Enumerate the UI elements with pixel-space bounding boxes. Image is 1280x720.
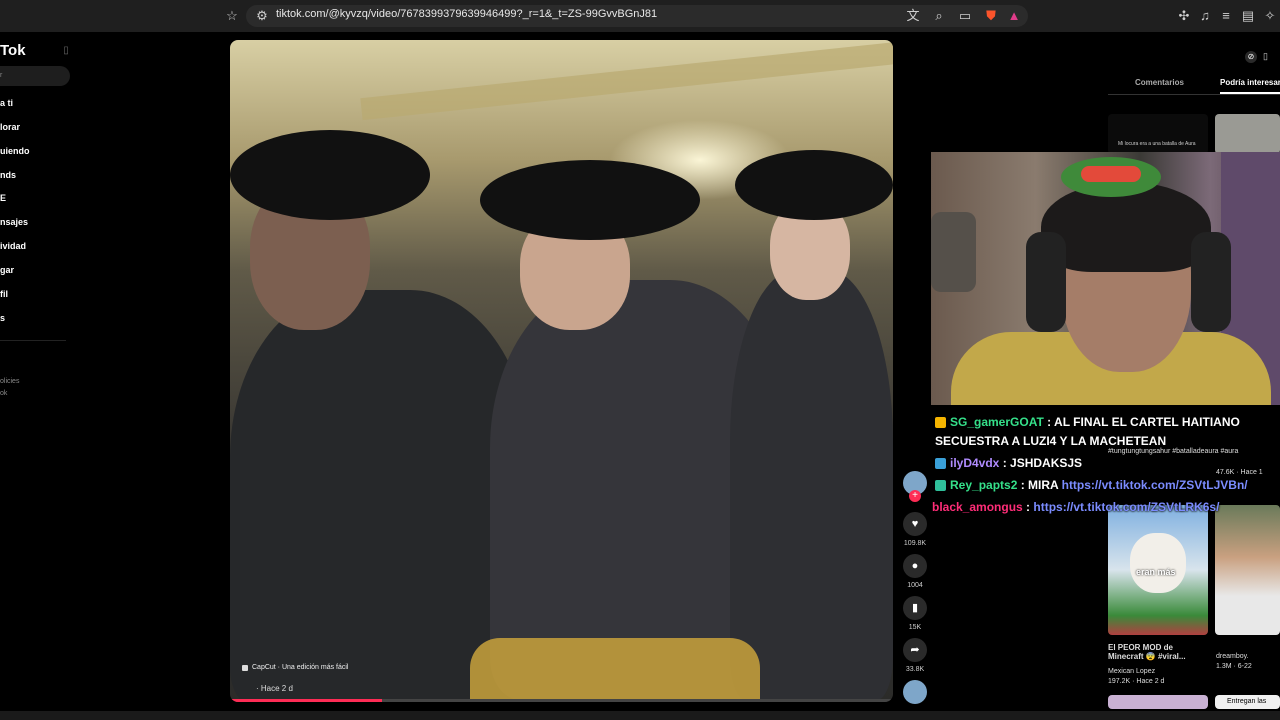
related-item2-author[interactable]: dreamboy. [1216,653,1249,660]
tab-comments[interactable]: Comentarios [1135,78,1184,87]
bookmark-save-icon[interactable]: ▮ [903,596,927,620]
related-tags[interactable]: #tungtungtungsahur #batalladeaura #aura [1108,448,1238,455]
person-left-body [230,290,530,702]
video-progress-bar[interactable] [230,699,893,702]
ceiling-beam [360,41,893,121]
sidebar-icon[interactable]: ▤ [1240,8,1256,24]
media-icon[interactable]: ♫ [1197,8,1213,24]
related-item-stats: 197.2K · Hace 2 d [1108,678,1165,685]
dog-figure [1130,533,1186,593]
chat-message-1: SG_gamerGOAT : AL FINAL EL CARTEL HAITIA… [935,415,1240,429]
related-thumb-5[interactable] [1108,695,1208,709]
video-player[interactable]: CapCut · Una edición más fácil · Hace 2 … [230,40,893,702]
chat-link[interactable]: https://vt.tiktok.com/ZSVtLRK6s/ [1033,500,1219,514]
nav-live[interactable]: E [0,193,6,203]
like-count: 109.8K [903,540,927,547]
chat-username: SG_gamerGOAT [950,415,1044,429]
capcut-icon [242,665,248,671]
comment-count: 1004 [907,582,923,589]
extensions-icon[interactable]: ✣ [1176,8,1192,24]
webcam-overlay [931,152,1280,405]
related-thumb-4[interactable] [1215,505,1280,635]
yellow-object [470,638,760,702]
search-placeholder: r [0,72,3,79]
device-icon[interactable]: ▯ [1263,51,1273,63]
chat-message-1-cont: SECUESTRA A LUZI4 Y LA MACHETEAN [935,434,1167,448]
nav-messages[interactable]: nsajes [0,217,28,227]
share-count: 33.8K [905,666,925,673]
chat-badge-icon [935,417,946,429]
tiktok-logo[interactable]: Tok [0,42,26,59]
chat-link[interactable]: https://vt.tiktok.com/ZSVtLJVBn/ [1062,478,1248,492]
related-thumb-1-caption: Mi locura era a una batalla de Aura [1118,141,1196,147]
music-disc-icon[interactable] [903,680,927,704]
nav-explore[interactable]: lorar [0,122,20,132]
video-progress-fill [230,699,383,702]
nav-friends[interactable]: nds [0,170,16,180]
search-input[interactable] [0,66,70,86]
hat-left [230,130,430,220]
headphone-left [1026,232,1066,332]
chat-text: : [1026,500,1031,514]
related-views-1: 47.6K · Hace 1 [1216,469,1263,476]
nav-following[interactable]: uiendo [0,146,30,156]
related-thumb-2[interactable] [1215,114,1280,154]
hat-right [735,150,893,220]
mode-toggle-icon[interactable]: ⊘ [1245,51,1257,63]
zoom-icon[interactable]: ⌕ [931,8,947,24]
nav-more[interactable]: s [0,313,5,323]
chat-username: Rey_papts2 [950,478,1018,492]
taskbar-strip [0,711,1280,720]
translate-icon[interactable]: 文 [905,8,921,24]
related-item-title[interactable]: El PEOR MOD de Minecraft 😨 #viral... [1108,643,1208,661]
sidebar-footer-copyright: ok [0,390,8,397]
chat-text: : AL FINAL EL CARTEL HAITIANO [1047,415,1240,429]
video-timestamp: · Hace 2 d [256,684,293,693]
turtle-mask [1081,166,1141,182]
headphone-right [1191,232,1231,332]
chat-username: black_amongus [932,500,1023,514]
related-item-author[interactable]: Mexican Lopez [1108,668,1155,675]
brave-rewards-icon[interactable]: ▲ [1006,8,1022,24]
nav-profile[interactable]: fil [0,289,8,299]
related-thumb-1[interactable] [1108,114,1208,154]
tab-divider [1108,94,1280,95]
bookmark-icon[interactable]: ☆ [224,8,240,24]
sidebar-divider [0,340,66,341]
collapse-sidebar-icon[interactable]: ▯ [58,43,74,59]
wallet-icon[interactable]: ✧ [1262,8,1278,24]
related-thumb-6[interactable]: Entregan las [1215,695,1280,709]
tab-related[interactable]: Podría interesar [1220,78,1280,87]
chat-badge-icon [935,458,946,470]
follow-plus-icon[interactable]: + [909,490,921,502]
playlist-icon[interactable]: ≡ [1218,8,1234,24]
nav-for-you[interactable]: a ti [0,98,13,108]
chat-message-2: ilyD4vdx : JSHDAKSJS [935,456,1082,470]
related-thumb-6-label: Entregan las [1227,698,1267,705]
capcut-label[interactable]: CapCut · Una edición más fácil [252,664,349,671]
share-icon[interactable]: ➦ [903,638,927,662]
sidebar-footer-policies[interactable]: olicies [0,378,19,385]
chat-message-3: Rey_papts2 : MIRA https://vt.tiktok.com/… [935,478,1248,492]
person-right-body [730,270,893,700]
hat-middle [480,160,700,240]
chat-message-4: black_amongus : https://vt.tiktok.com/ZS… [932,500,1219,514]
save-count: 15K [908,624,922,631]
chat-badge-icon [935,480,946,492]
chat-username: ilyD4vdx [950,456,1000,470]
chat-text: : MIRA [1020,478,1059,492]
cast-icon[interactable]: ▭ [957,8,973,24]
url-text[interactable]: tiktok.com/@kyvzq/video/7678399379639946… [276,8,657,20]
comment-icon[interactable]: ● [903,554,927,578]
related-thumb-3-text: eran más [1136,567,1176,577]
chat-text: : JSHDAKSJS [1002,456,1083,470]
related-thumb-3[interactable]: eran más [1108,505,1208,635]
brave-shield-icon[interactable]: ⛊ [983,8,999,24]
related-item2-stats: 1.3M · 6-22 [1216,663,1252,670]
site-settings-icon[interactable]: ⚙ [254,8,270,24]
chair [931,212,976,292]
nav-activity[interactable]: ividad [0,241,26,251]
nav-upload[interactable]: gar [0,265,14,275]
heart-icon[interactable]: ♥ [903,512,927,536]
